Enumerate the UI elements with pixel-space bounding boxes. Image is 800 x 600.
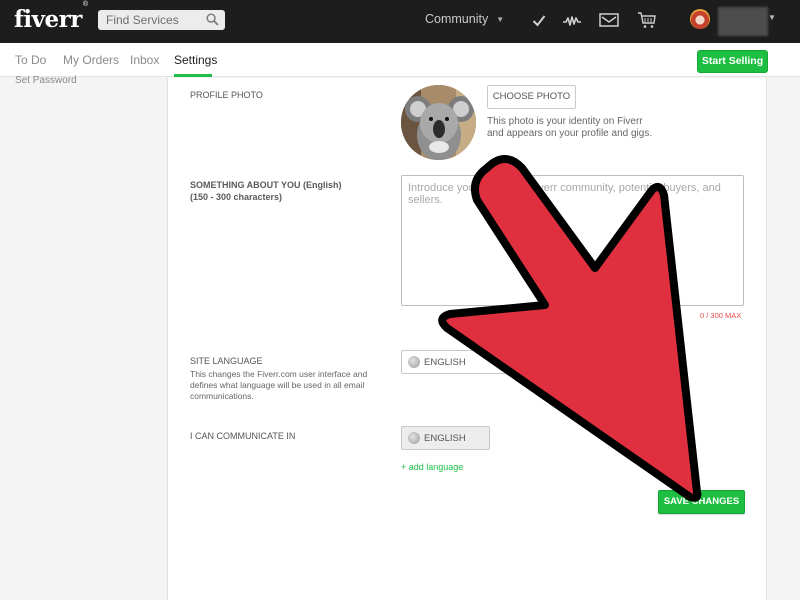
language-chip[interactable]: ENGLISH: [401, 426, 490, 450]
profile-photo[interactable]: [401, 85, 476, 160]
username-redacted[interactable]: [718, 7, 768, 36]
site-language-value: ENGLISH: [424, 357, 466, 368]
logo-text: fiverr: [14, 6, 82, 33]
cart-icon[interactable]: [637, 11, 657, 29]
chevron-down-icon[interactable]: ▼: [768, 13, 776, 22]
community-label: Community: [425, 12, 489, 26]
about-label: SOMETHING ABOUT YOU (English): [190, 180, 342, 190]
koala-photo: [401, 85, 476, 160]
search-icon[interactable]: [206, 13, 219, 26]
choose-photo-button[interactable]: CHOOSE PHOTO: [487, 85, 576, 109]
tab-my-orders[interactable]: My Orders: [63, 53, 119, 67]
site-language-description: This changes the Fiverr.com user interfa…: [190, 369, 368, 401]
help-line-2: and appears on your profile and gigs.: [487, 128, 653, 139]
tab-to-do[interactable]: To Do: [15, 53, 46, 67]
right-gutter: [767, 78, 800, 600]
profile-photo-label: PROFILE PHOTO: [190, 90, 263, 100]
active-tab-indicator: [174, 74, 212, 77]
tab-settings[interactable]: Settings: [174, 53, 217, 67]
chevron-down-icon: ▼: [496, 15, 505, 24]
site-language-label: SITE LANGUAGE: [190, 356, 263, 366]
about-textarea[interactable]: [401, 175, 744, 306]
search-box: [98, 10, 225, 30]
top-header: fiverr® Community ▼ ▼: [0, 0, 800, 43]
sub-navigation: To Do My Orders Inbox Settings Start Sel…: [0, 43, 800, 77]
tab-inbox[interactable]: Inbox: [130, 53, 159, 67]
language-chip-label: ENGLISH: [424, 433, 466, 444]
settings-sidebar: Set Password: [0, 75, 167, 600]
community-menu[interactable]: Community ▼: [425, 12, 504, 26]
about-length-hint: (150 - 300 characters): [190, 192, 283, 202]
check-icon[interactable]: [532, 11, 546, 29]
add-language-link[interactable]: + add language: [401, 462, 463, 472]
settings-panel: [167, 78, 767, 600]
site-language-select[interactable]: ENGLISH: [401, 350, 521, 374]
profile-photo-help: This photo is your identity on Fiverr an…: [487, 116, 687, 140]
registered-mark: ®: [82, 1, 88, 9]
character-counter: 0 / 300 MAX: [700, 311, 742, 320]
sidebar-item-set-password[interactable]: Set Password: [15, 75, 77, 86]
help-line-1: This photo is your identity on Fiverr: [487, 116, 643, 127]
globe-icon: [408, 432, 420, 444]
fiverr-logo[interactable]: fiverr®: [14, 1, 88, 33]
save-changes-button[interactable]: SAVE CHANGES: [658, 490, 745, 514]
globe-icon: [408, 356, 420, 368]
start-selling-button[interactable]: Start Selling: [697, 50, 768, 73]
search-input[interactable]: [98, 10, 198, 30]
communicate-label: I CAN COMMUNICATE IN: [190, 431, 296, 441]
activity-icon[interactable]: [562, 11, 582, 29]
user-avatar[interactable]: [690, 9, 710, 29]
mail-icon[interactable]: [599, 11, 619, 29]
